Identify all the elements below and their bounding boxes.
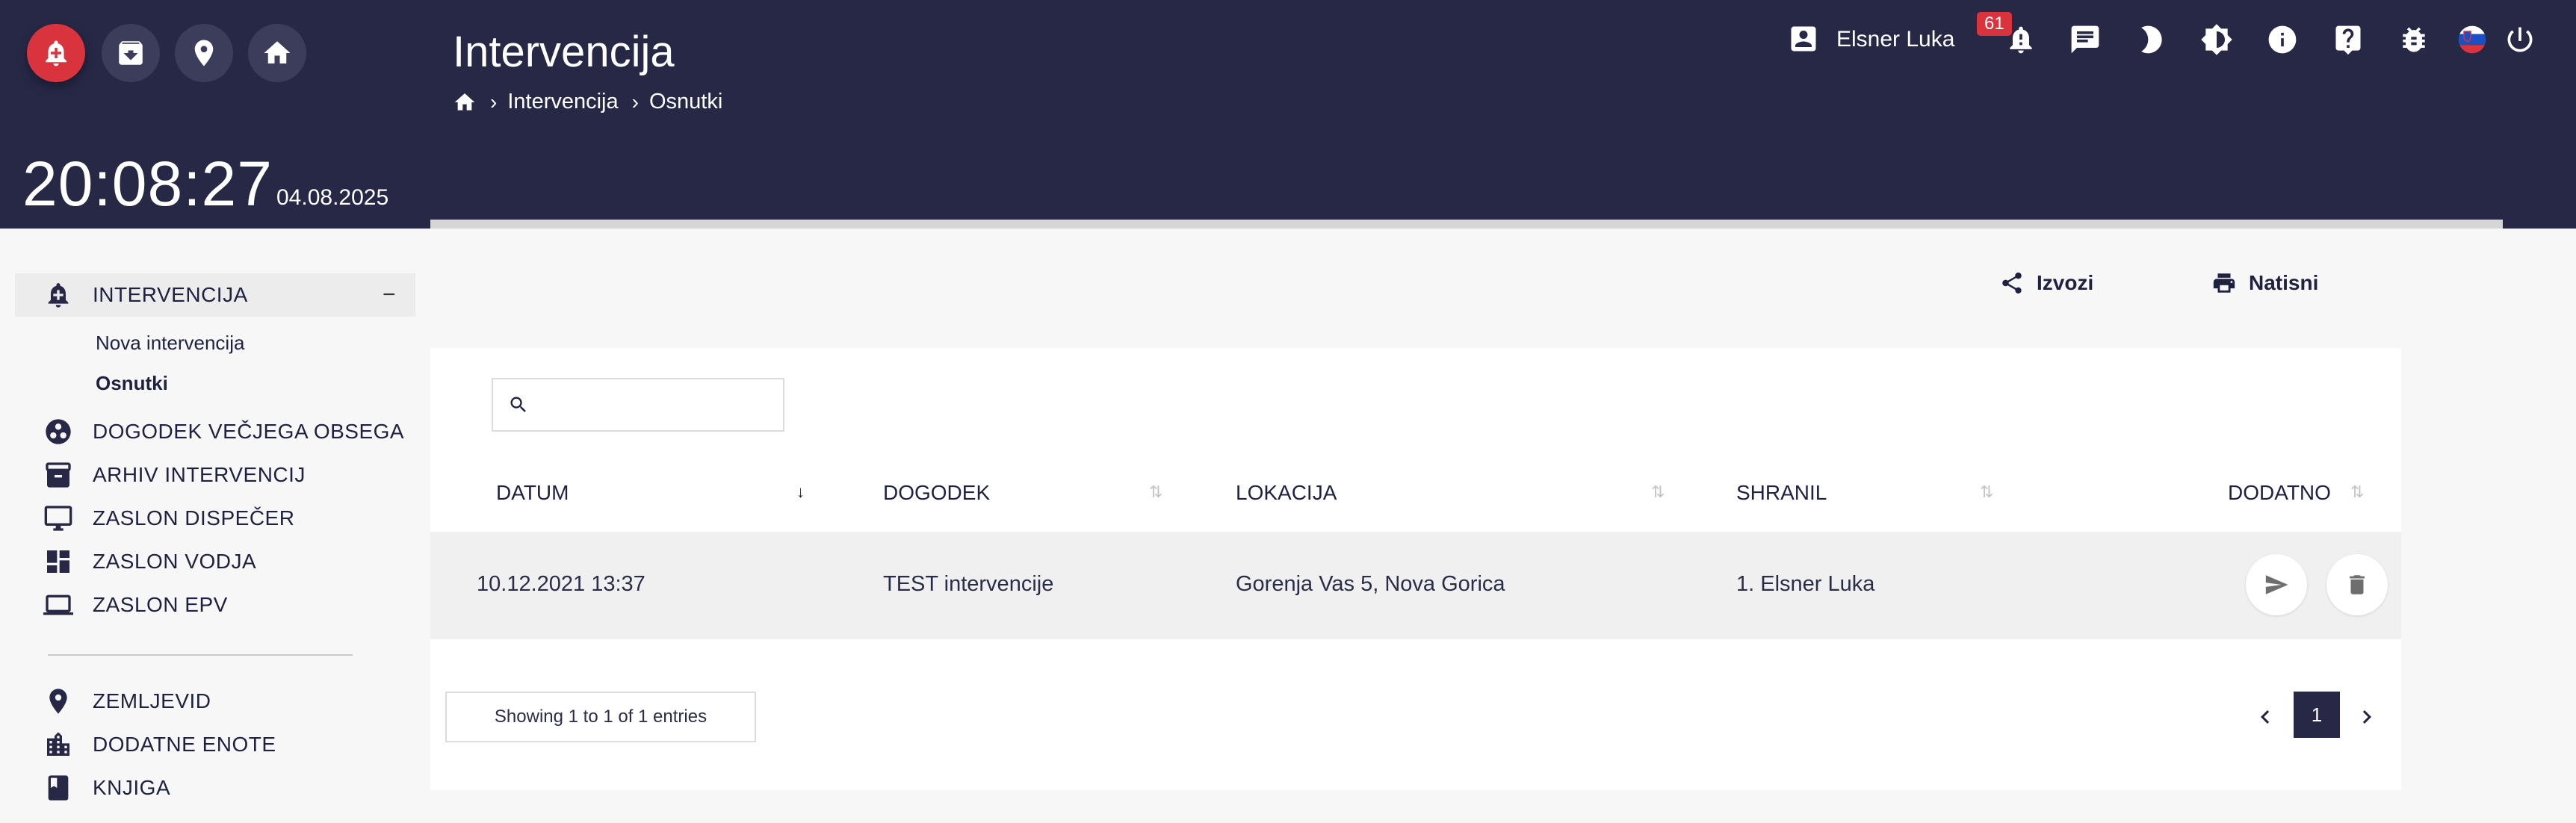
sidebar-item-label: ARHIV INTERVENCIJ	[93, 463, 306, 486]
clock: 20:08:27	[22, 149, 273, 219]
sidebar-divider	[48, 654, 353, 656]
sidebar-item-knjiga[interactable]: KNJIGA	[43, 766, 170, 810]
print-label: Natisni	[2249, 271, 2319, 294]
chevron-right-icon: ›	[490, 90, 498, 114]
share-icon	[2002, 272, 2022, 294]
column-header-dodatno[interactable]: DODATNO	[2228, 481, 2331, 505]
info-icon[interactable]	[2265, 22, 2300, 57]
location-button[interactable]	[175, 24, 233, 82]
cell-datum: 10.12.2021 13:37	[477, 572, 645, 596]
send-button[interactable]	[2246, 554, 2307, 615]
location-icon	[49, 689, 67, 714]
cell-lokacija: Gorenja Vas 5, Nova Gorica	[1236, 572, 1505, 596]
table-info: Showing 1 to 1 of 1 entries	[445, 692, 756, 742]
sidebar-subitem-nova-intervencija[interactable]: Nova intervencija	[96, 332, 244, 355]
print-icon	[2213, 273, 2235, 293]
breadcrumb-item[interactable]: Intervencija	[507, 90, 618, 114]
column-header-datum[interactable]: DATUM	[496, 481, 569, 505]
sidebar-item-dodatne-enote[interactable]: DODATNE ENOTE	[43, 723, 276, 766]
cell-shranil: 1. Elsner Luka	[1736, 572, 1875, 596]
send-icon	[2265, 575, 2288, 594]
sidebar-item-zaslon-dispecer[interactable]: ZASLON DISPEČER	[43, 497, 294, 540]
monitor-icon	[44, 506, 72, 531]
chevron-right-icon: ›	[631, 90, 639, 114]
brightness-icon[interactable]	[2199, 22, 2234, 57]
app-header: 20:08:27 04.08.2025 Intervencija › Inter…	[0, 0, 2576, 229]
home-button[interactable]	[248, 24, 306, 82]
sidebar-item-label: ZASLON EPV	[93, 593, 228, 616]
column-header-dogodek[interactable]: DOGODEK	[883, 481, 990, 505]
sidebar-item-label: ZASLON VODJA	[93, 550, 257, 573]
messages-icon[interactable]	[2068, 22, 2102, 57]
delete-button[interactable]	[2326, 554, 2388, 615]
user-name[interactable]: Elsner Luka	[1836, 27, 1954, 52]
chevron-right-icon[interactable]	[2352, 702, 2382, 732]
chevron-left-icon[interactable]	[2250, 702, 2280, 732]
search-icon	[510, 397, 526, 412]
sort-desc-icon[interactable]: ↓	[796, 482, 805, 502]
print-button[interactable]: Natisni	[2211, 270, 2318, 296]
laptop-icon	[43, 594, 73, 615]
book-icon	[48, 775, 69, 801]
cell-dogodek: TEST intervencije	[883, 572, 1054, 596]
bell-plus-icon	[48, 283, 69, 308]
sidebar-item-arhiv[interactable]: ARHIV INTERVENCIJ	[43, 453, 305, 497]
collapse-icon[interactable]: −	[383, 282, 396, 308]
location-icon	[194, 40, 214, 66]
notification-count-badge: 61	[1977, 12, 2012, 36]
sidebar-item-intervencija[interactable]: INTERVENCIJA	[43, 273, 247, 317]
power-icon[interactable]	[2503, 22, 2537, 57]
page-title: Intervencija	[453, 28, 675, 76]
sidebar-item-label: DODATNE ENOTE	[93, 733, 276, 756]
search-input[interactable]	[536, 382, 775, 427]
home-icon[interactable]	[453, 90, 477, 114]
archive-icon	[46, 462, 71, 488]
sidebar-item-zaslon-epv[interactable]: ZASLON EPV	[43, 583, 227, 627]
export-label: Izvozi	[2037, 271, 2094, 294]
dashboard-icon	[47, 550, 69, 573]
home-icon	[264, 41, 291, 63]
building-icon	[47, 732, 69, 756]
column-header-shranil[interactable]: SHRANIL	[1736, 481, 1827, 505]
user-icon[interactable]	[1787, 22, 1820, 55]
group-circle-icon	[46, 419, 71, 444]
sort-icon[interactable]: ⇅	[2350, 482, 2364, 502]
trash-icon	[2350, 575, 2365, 594]
archive-button[interactable]	[102, 24, 160, 82]
new-intervention-button[interactable]	[27, 24, 85, 82]
sidebar-item-label: ZEMLJEVID	[93, 689, 211, 712]
help-icon[interactable]	[2331, 22, 2365, 57]
language-flag-icon[interactable]	[2455, 22, 2489, 57]
sort-icon[interactable]: ⇅	[1980, 482, 1993, 502]
bell-plus-icon	[46, 40, 66, 66]
sidebar: INTERVENCIJA − Nova intervencija Osnutki…	[0, 229, 430, 823]
sidebar-item-dogodek[interactable]: DOGODEK VEČJEGA OBSEGA	[43, 410, 404, 453]
page-number-button[interactable]: 1	[2294, 692, 2340, 738]
column-header-lokacija[interactable]: LOKACIJA	[1236, 481, 1337, 505]
sidebar-item-zemljevid[interactable]: ZEMLJEVID	[43, 680, 211, 723]
breadcrumb: › Intervencija › Osnutki	[453, 90, 722, 114]
bug-report-icon[interactable]	[2397, 22, 2431, 57]
sort-icon[interactable]: ⇅	[1651, 482, 1665, 502]
sidebar-item-label: ZASLON DISPEČER	[93, 506, 295, 529]
sort-icon[interactable]: ⇅	[1149, 482, 1162, 502]
current-date: 04.08.2025	[276, 185, 389, 210]
sidebar-item-label: KNJIGA	[93, 776, 171, 799]
sidebar-item-label: INTERVENCIJA	[93, 283, 248, 306]
table-row[interactable]: 10.12.2021 13:37 TEST intervencije Goren…	[430, 532, 2401, 639]
archive-icon	[119, 41, 143, 65]
export-button[interactable]: Izvozi	[1999, 270, 2093, 296]
drafts-table-card: DATUM ↓ DOGODEK ⇅ LOKACIJA ⇅ SHRANIL ⇅ D…	[430, 348, 2401, 790]
sidebar-item-zaslon-vodja[interactable]: ZASLON VODJA	[43, 540, 256, 583]
sidebar-subitem-osnutki[interactable]: Osnutki	[96, 372, 168, 395]
dark-mode-icon[interactable]	[2134, 22, 2168, 57]
search-box[interactable]	[492, 378, 784, 432]
sidebar-item-label: DOGODEK VEČJEGA OBSEGA	[93, 420, 405, 443]
breadcrumb-item: Osnutki	[648, 90, 723, 114]
progress-bar	[430, 220, 2503, 229]
